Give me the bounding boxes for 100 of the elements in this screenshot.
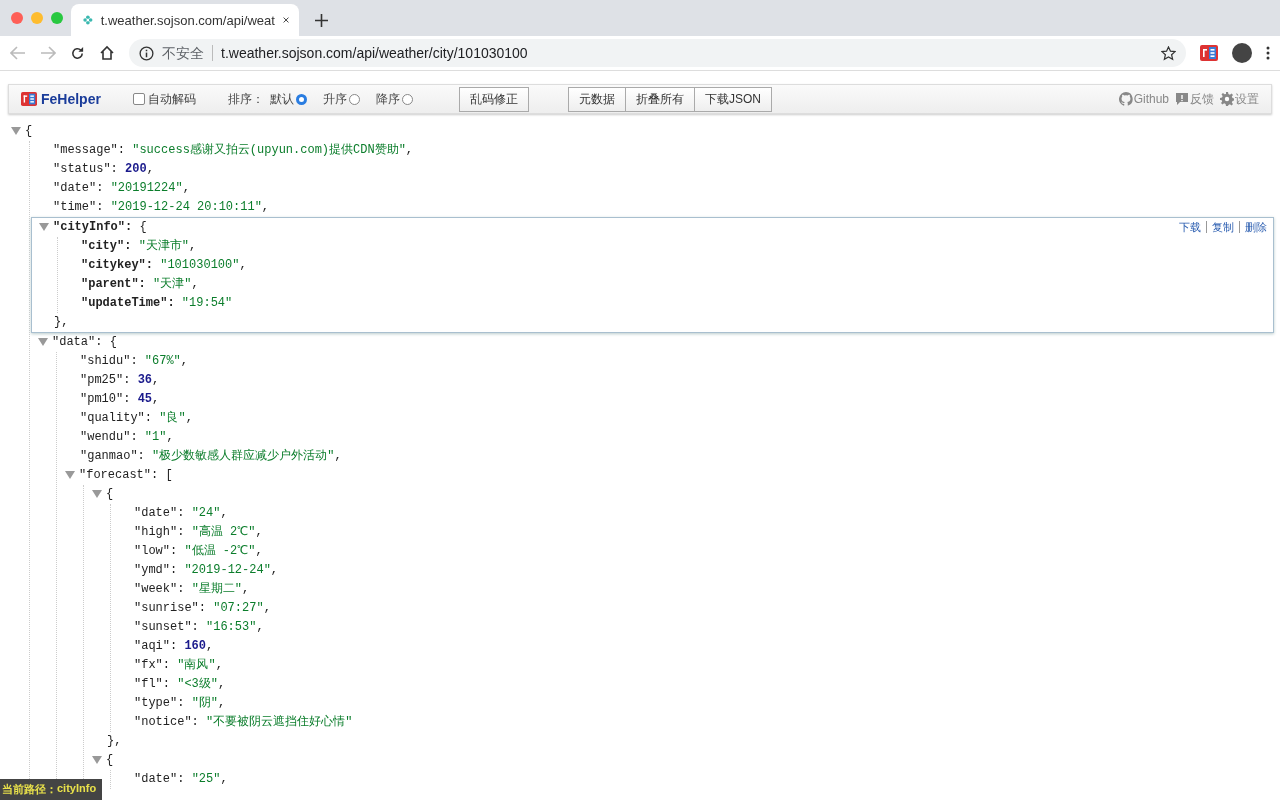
url-text: t.weather.sojson.com/api/weather/city/101030100 bbox=[221, 45, 529, 61]
json-comma: , bbox=[215, 658, 223, 672]
toolbar-button[interactable]: 元数据 bbox=[567, 86, 626, 112]
json-bracket: { bbox=[139, 220, 147, 234]
json-key: "date": bbox=[53, 181, 104, 195]
feedback-icon bbox=[1175, 92, 1189, 106]
json-comma: , bbox=[185, 411, 193, 425]
json-value: "25" bbox=[191, 772, 221, 786]
menu-icon[interactable] bbox=[1266, 46, 1270, 60]
json-value: "阴" bbox=[191, 696, 219, 710]
extension-icon[interactable] bbox=[1200, 45, 1218, 61]
radio-button[interactable] bbox=[295, 93, 307, 105]
json-comma: , bbox=[270, 563, 279, 577]
avatar[interactable] bbox=[1232, 43, 1252, 63]
json-value: "低温 -2℃" bbox=[184, 544, 256, 558]
json-key: "parent": bbox=[81, 277, 146, 291]
node-action-link[interactable]: 删除 bbox=[1239, 221, 1267, 233]
json-comma: , bbox=[189, 239, 197, 253]
json-value: "2019-12-24 20:10:11" bbox=[110, 200, 262, 214]
json-comma: , bbox=[239, 258, 247, 272]
json-bracket: { bbox=[106, 753, 114, 767]
json-key: "updateTime": bbox=[81, 296, 175, 310]
security-label: 不安全 bbox=[162, 45, 213, 61]
json-key: "message": bbox=[53, 143, 125, 157]
radio-label: 降序 bbox=[375, 90, 400, 108]
json-key: "forecast": bbox=[79, 468, 159, 482]
json-value: "不要被阴云遮挡住好心情" bbox=[206, 715, 353, 729]
star-icon[interactable] bbox=[1161, 45, 1176, 61]
json-value: 160 bbox=[184, 639, 207, 653]
json-key: "city": bbox=[81, 239, 132, 253]
github-icon bbox=[1118, 92, 1133, 106]
close-window-icon[interactable] bbox=[11, 12, 23, 24]
json-value: "极少数敏感人群应减少户外活动" bbox=[152, 449, 335, 463]
home-icon[interactable] bbox=[99, 45, 115, 61]
forward-arrow-icon[interactable] bbox=[40, 46, 56, 60]
json-bracket: }, bbox=[54, 315, 69, 329]
json-key: "sunrise": bbox=[134, 601, 206, 615]
json-key: "low": bbox=[134, 544, 178, 558]
fix-encoding-button[interactable]: 乱码修正 bbox=[458, 86, 529, 112]
node-action-link[interactable]: 复制 bbox=[1206, 221, 1234, 233]
checkbox[interactable] bbox=[132, 93, 145, 105]
maximize-window-icon[interactable] bbox=[51, 12, 63, 24]
json-value: "20191224" bbox=[110, 181, 183, 195]
json-key: "citykey": bbox=[81, 258, 153, 272]
json-key: "fx": bbox=[134, 658, 170, 672]
json-key: "cityInfo": bbox=[53, 220, 133, 234]
reload-icon[interactable] bbox=[70, 45, 85, 61]
json-key: "sunset": bbox=[134, 620, 199, 634]
json-key: "pm25": bbox=[80, 373, 131, 387]
json-value: "success感谢又拍云(upyun.com)提供CDN赞助" bbox=[132, 143, 406, 157]
json-bracket: { bbox=[106, 487, 114, 501]
link-label: 设置 bbox=[1235, 90, 1259, 108]
toolbar-button[interactable]: 折叠所有 bbox=[624, 86, 695, 112]
json-key: "data": bbox=[52, 335, 103, 349]
json-comma: , bbox=[220, 506, 228, 520]
node-action-link[interactable]: 下载 bbox=[1174, 221, 1201, 233]
json-comma: , bbox=[180, 354, 189, 368]
address-bar[interactable]: 不安全 t.weather.sojson.com/api/weather/city/101030100 bbox=[129, 39, 1186, 67]
json-comma: , bbox=[256, 620, 264, 634]
back-arrow-icon[interactable] bbox=[10, 46, 26, 60]
json-value: "16:53" bbox=[206, 620, 257, 634]
link-label: Github bbox=[1133, 92, 1169, 106]
json-value: "2019-12-24" bbox=[184, 563, 271, 577]
info-icon bbox=[139, 45, 154, 61]
json-comma: , bbox=[334, 449, 342, 463]
browser-tab[interactable]: t.weather.sojson.com/api/weat bbox=[71, 4, 299, 36]
toolbar-button[interactable]: 下载JSON bbox=[693, 86, 772, 112]
close-icon[interactable] bbox=[282, 15, 289, 25]
json-key: "week": bbox=[134, 582, 185, 596]
json-key: "date": bbox=[134, 772, 185, 786]
settings-icon bbox=[1220, 92, 1234, 106]
new-tab-icon[interactable] bbox=[315, 14, 328, 27]
json-comma: , bbox=[255, 525, 263, 539]
json-bracket: { bbox=[109, 335, 117, 349]
json-comma: , bbox=[255, 544, 263, 558]
json-value: "67%" bbox=[144, 354, 181, 368]
json-comma: , bbox=[206, 639, 214, 653]
json-key: "ganmao": bbox=[80, 449, 145, 463]
radio-label: 默认 bbox=[269, 90, 294, 108]
json-comma: , bbox=[242, 582, 250, 596]
json-comma: , bbox=[261, 200, 270, 214]
logo-text: FeHelper bbox=[41, 91, 101, 107]
toolbar-link[interactable]: 设置 bbox=[1220, 90, 1259, 108]
json-key: "pm10": bbox=[80, 392, 131, 406]
status-path: cityInfo bbox=[57, 782, 97, 796]
radio-button[interactable] bbox=[401, 93, 413, 105]
json-key: "status": bbox=[53, 162, 118, 176]
json-key: "fl": bbox=[134, 677, 170, 691]
json-bracket: }, bbox=[107, 734, 122, 748]
checkbox-label: 自动解码 bbox=[147, 90, 196, 108]
json-value: "19:54" bbox=[181, 296, 233, 310]
json-value: "24" bbox=[191, 506, 221, 520]
radio-button[interactable] bbox=[348, 93, 360, 105]
json-key: "ymd": bbox=[134, 563, 178, 577]
status-label: 当前路径： bbox=[2, 782, 57, 797]
json-value: "101030100" bbox=[160, 258, 240, 272]
json-bracket: { bbox=[25, 124, 33, 138]
json-value: "07:27" bbox=[213, 601, 264, 615]
json-key: "quality": bbox=[80, 411, 152, 425]
radio-label: 升序 bbox=[322, 90, 347, 108]
